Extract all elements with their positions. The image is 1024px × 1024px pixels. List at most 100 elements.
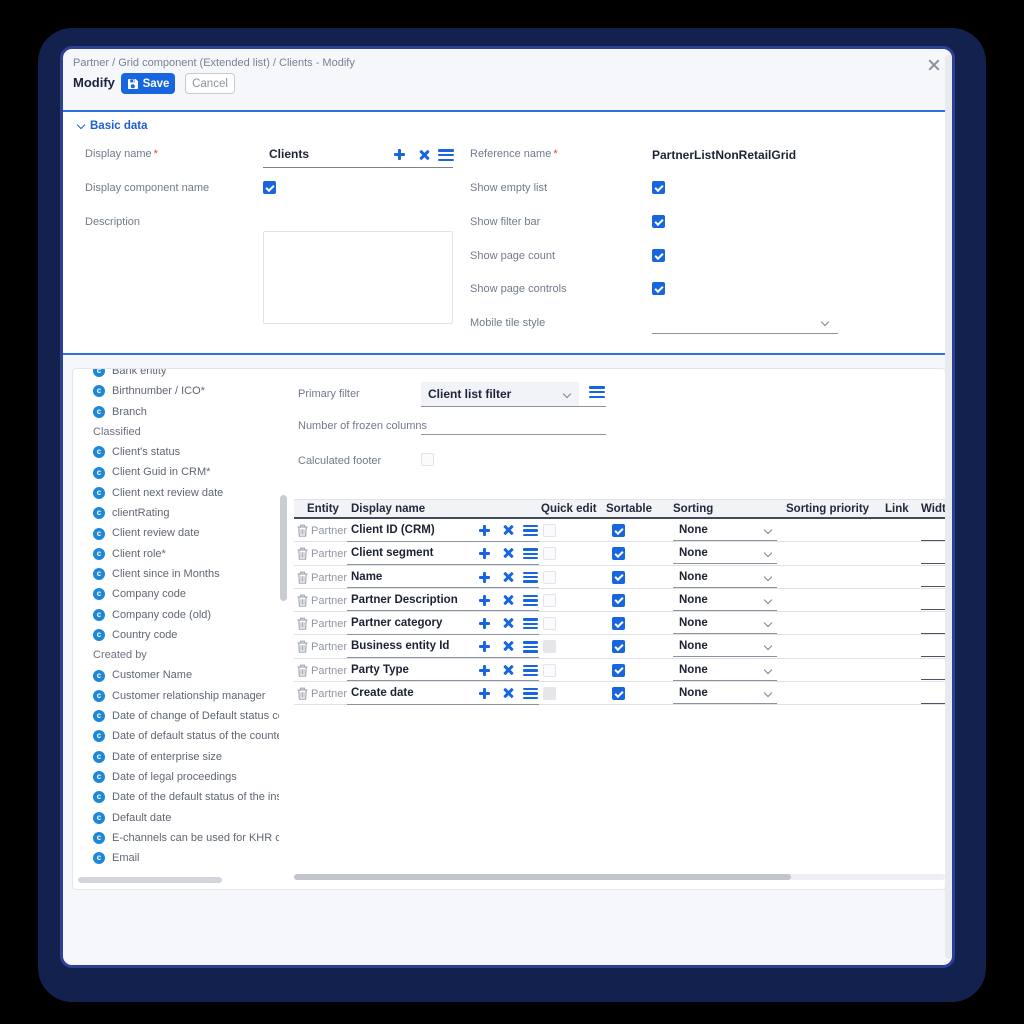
sortable-checkbox[interactable] [612, 687, 625, 700]
field-list-item[interactable]: cDate of legal proceedings [79, 767, 279, 787]
clear-icon[interactable] [502, 687, 514, 699]
width-input[interactable] [921, 540, 946, 541]
delete-row-icon[interactable] [297, 617, 308, 635]
row-display-name-input[interactable]: Client segment [351, 547, 433, 559]
quick-edit-checkbox[interactable] [543, 617, 556, 630]
row-display-name-input[interactable]: Partner category [351, 617, 442, 629]
add-icon[interactable] [478, 664, 491, 677]
add-icon[interactable] [478, 687, 491, 700]
add-icon[interactable] [478, 640, 491, 653]
row-display-name-input[interactable]: Party Type [351, 664, 409, 676]
field-list-item[interactable]: cClient next review date [79, 483, 279, 503]
field-list-item[interactable]: cEmail [79, 848, 279, 868]
menu-icon[interactable] [523, 572, 538, 585]
field-list-item[interactable]: cDate of default status of the counte [79, 726, 279, 746]
close-icon[interactable] [928, 59, 940, 71]
field-list-item[interactable]: cE-channels can be used for KHR co [79, 828, 279, 848]
delete-row-icon[interactable] [297, 687, 308, 705]
width-input[interactable] [921, 656, 946, 657]
row-display-name-input[interactable]: Create date [351, 687, 414, 699]
quick-edit-checkbox[interactable] [543, 594, 556, 607]
quick-edit-checkbox[interactable] [543, 571, 556, 584]
sorting-select[interactable]: None [673, 544, 777, 564]
add-icon[interactable] [478, 594, 491, 607]
field-list-group[interactable]: Classified [79, 422, 279, 442]
clear-icon[interactable] [418, 149, 430, 161]
field-list-item[interactable]: cClient review date [79, 523, 279, 543]
add-icon[interactable] [478, 617, 491, 630]
add-icon[interactable] [478, 547, 491, 560]
row-display-name-input[interactable]: Name [351, 571, 382, 583]
delete-row-icon[interactable] [297, 640, 308, 658]
menu-icon[interactable] [523, 665, 538, 678]
add-icon[interactable] [478, 571, 491, 584]
sorting-select[interactable]: None [673, 521, 777, 541]
clear-icon[interactable] [502, 664, 514, 676]
sortable-checkbox[interactable] [612, 547, 625, 560]
description-textarea[interactable] [263, 231, 453, 324]
field-list-item[interactable]: cCustomer Name [79, 665, 279, 685]
clear-icon[interactable] [502, 617, 514, 629]
quick-edit-checkbox[interactable] [543, 664, 556, 677]
menu-icon[interactable] [523, 595, 538, 608]
width-input[interactable] [921, 563, 946, 564]
field-list-item[interactable]: cBank entity [79, 368, 279, 381]
row-display-name-input[interactable]: Client ID (CRM) [351, 524, 435, 536]
sortable-checkbox[interactable] [612, 664, 625, 677]
row-display-name-input[interactable]: Business entity Id [351, 640, 449, 652]
show-filter-bar-checkbox[interactable] [652, 215, 665, 228]
field-list-item[interactable]: cDefault date [79, 808, 279, 828]
field-list-hscrollbar[interactable] [78, 877, 222, 883]
field-list-item[interactable]: cBirthnumber / ICO* [79, 381, 279, 401]
frozen-columns-input[interactable] [421, 415, 606, 435]
field-list-item[interactable]: cDate of enterprise size [79, 747, 279, 767]
width-input[interactable] [921, 703, 946, 704]
quick-edit-checkbox[interactable] [543, 687, 556, 700]
quick-edit-checkbox[interactable] [543, 547, 556, 560]
field-list-item[interactable]: cClient since in Months [79, 564, 279, 584]
field-list-item[interactable]: cClient's status [79, 442, 279, 462]
basic-data-toggle[interactable]: Basic data [78, 120, 148, 132]
delete-row-icon[interactable] [297, 664, 308, 682]
menu-icon[interactable] [523, 618, 538, 631]
menu-icon[interactable] [523, 688, 538, 701]
quick-edit-checkbox[interactable] [543, 524, 556, 537]
sorting-select[interactable]: None [673, 591, 777, 611]
mobile-tile-style-select[interactable] [652, 310, 838, 334]
clear-icon[interactable] [502, 594, 514, 606]
width-input[interactable] [921, 633, 946, 634]
sortable-checkbox[interactable] [612, 640, 625, 653]
clear-icon[interactable] [502, 524, 514, 536]
field-list-item[interactable]: cCountry code [79, 625, 279, 645]
display-name-input[interactable]: Clients [263, 142, 453, 168]
menu-icon[interactable] [589, 386, 605, 400]
menu-icon[interactable] [523, 525, 538, 538]
width-input[interactable] [921, 609, 946, 610]
field-list-item[interactable]: cCompany code (old) [79, 605, 279, 625]
display-component-name-checkbox[interactable] [263, 181, 276, 194]
field-list-item[interactable]: cCompany code [79, 584, 279, 604]
delete-row-icon[interactable] [297, 594, 308, 612]
menu-icon[interactable] [523, 641, 538, 654]
field-list-item[interactable]: cClient role* [79, 544, 279, 564]
clear-icon[interactable] [502, 640, 514, 652]
delete-row-icon[interactable] [297, 547, 308, 565]
add-icon[interactable] [478, 524, 491, 537]
width-input[interactable] [921, 679, 946, 680]
width-input[interactable] [921, 586, 946, 587]
sortable-checkbox[interactable] [612, 571, 625, 584]
field-list-item[interactable]: cclientRating [79, 503, 279, 523]
modal-scrollbar[interactable] [945, 55, 952, 959]
show-empty-list-checkbox[interactable] [652, 181, 665, 194]
menu-icon[interactable] [523, 548, 538, 561]
sortable-checkbox[interactable] [612, 617, 625, 630]
show-page-count-checkbox[interactable] [652, 249, 665, 262]
clear-icon[interactable] [502, 547, 514, 559]
show-page-controls-checkbox[interactable] [652, 282, 665, 295]
table-hscrollbar[interactable] [294, 874, 791, 880]
sorting-select[interactable]: None [673, 684, 777, 704]
row-display-name-input[interactable]: Partner Description [351, 594, 458, 606]
sorting-select[interactable]: None [673, 568, 777, 588]
primary-filter-select[interactable]: Client list filter [421, 382, 579, 406]
field-list-item[interactable]: cClient Guid in CRM* [79, 462, 279, 482]
